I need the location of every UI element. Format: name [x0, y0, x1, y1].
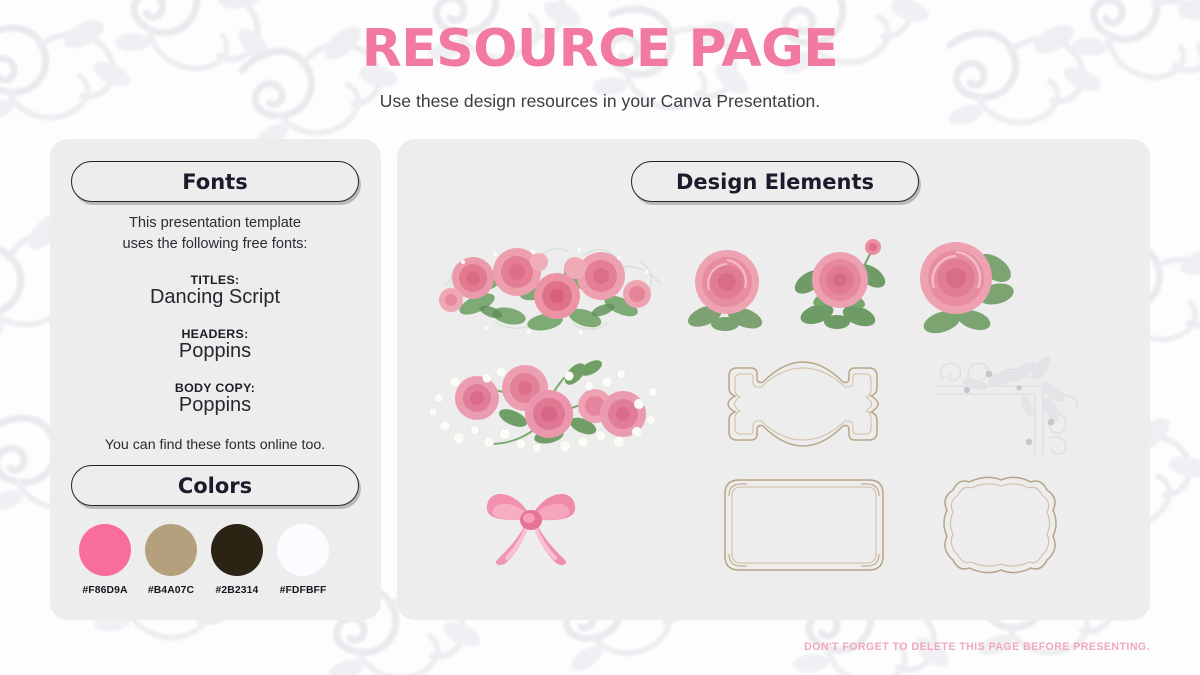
font-label-headers: HEADERS:	[181, 327, 249, 342]
font-label-titles: TITLES:	[190, 273, 240, 288]
swatch-hex-dark: #2B2314	[215, 585, 259, 596]
font-group-body-copy: BODY COPY: Poppins	[64, 381, 366, 417]
design-pill-label: Design Elements	[675, 169, 875, 194]
fonts-description-block: This presentation template uses the foll…	[64, 213, 366, 453]
swatch-hex-white: #FDFBFF	[279, 585, 327, 596]
color-swatch-1: #F86D9A	[72, 524, 138, 596]
font-group-titles: TITLES: Dancing Script	[64, 273, 366, 309]
rose-with-bud[interactable]	[791, 232, 891, 339]
swatch-dot-white	[277, 524, 329, 576]
page-header: RESOURCE PAGE Use these design resources…	[0, 22, 1200, 112]
color-swatch-4: #FDFBFF	[270, 524, 336, 596]
fonts-outro-text: You can find these fonts online too.	[104, 437, 326, 454]
swatch-dot-tan	[145, 524, 197, 576]
color-swatch-row: #F86D9A #B4A07C #2B2314 #FDFBFF	[72, 524, 362, 596]
corner-flourish-ornament[interactable]	[931, 350, 1081, 463]
scalloped-square-frame[interactable]	[931, 472, 1069, 585]
colors-pill-label: Colors	[177, 473, 253, 498]
design-elements-grid	[411, 224, 1136, 604]
rounded-rectangle-frame[interactable]	[711, 472, 896, 583]
fonts-section-header: Fonts	[71, 161, 359, 202]
swatch-hex-tan: #B4A07C	[147, 585, 195, 596]
font-name-headers: Poppins	[178, 340, 252, 363]
fonts-pill-label: Fonts	[182, 169, 248, 194]
rose-single-right[interactable]	[906, 232, 1014, 341]
swatch-dot-pink	[79, 524, 131, 576]
delete-page-warning: DON'T FORGET TO DELETE THIS PAGE BEFORE …	[804, 641, 1150, 653]
color-swatch-2: #B4A07C	[138, 524, 204, 596]
swatch-hex-pink: #F86D9A	[82, 585, 128, 596]
fonts-intro-line-1: This presentation template	[129, 215, 301, 231]
swatch-dot-dark	[211, 524, 263, 576]
font-label-body-copy: BODY COPY:	[174, 381, 256, 396]
fonts-and-colors-panel: Fonts This presentation template uses th…	[50, 139, 381, 620]
pink-ribbon-bow[interactable]	[479, 476, 583, 577]
font-group-headers: HEADERS: Poppins	[64, 327, 366, 363]
color-swatch-3: #2B2314	[204, 524, 270, 596]
design-elements-section-header: Design Elements	[631, 161, 919, 202]
page-subtitle: Use these design resources in your Canva…	[379, 90, 821, 111]
font-name-titles: Dancing Script	[149, 286, 281, 309]
peony-babysbreath-spray[interactable]	[425, 352, 673, 467]
rose-garland-wide[interactable]	[433, 238, 673, 343]
fonts-intro-line-2: uses the following free fonts:	[122, 236, 308, 253]
ornate-oval-frame[interactable]	[711, 354, 896, 459]
font-name-body-copy: Poppins	[178, 394, 252, 417]
colors-section-header: Colors	[71, 465, 359, 506]
page-title: RESOURCE PAGE	[361, 19, 839, 79]
rose-single-left[interactable]	[683, 242, 773, 339]
design-elements-panel: Design Elements	[397, 139, 1150, 620]
